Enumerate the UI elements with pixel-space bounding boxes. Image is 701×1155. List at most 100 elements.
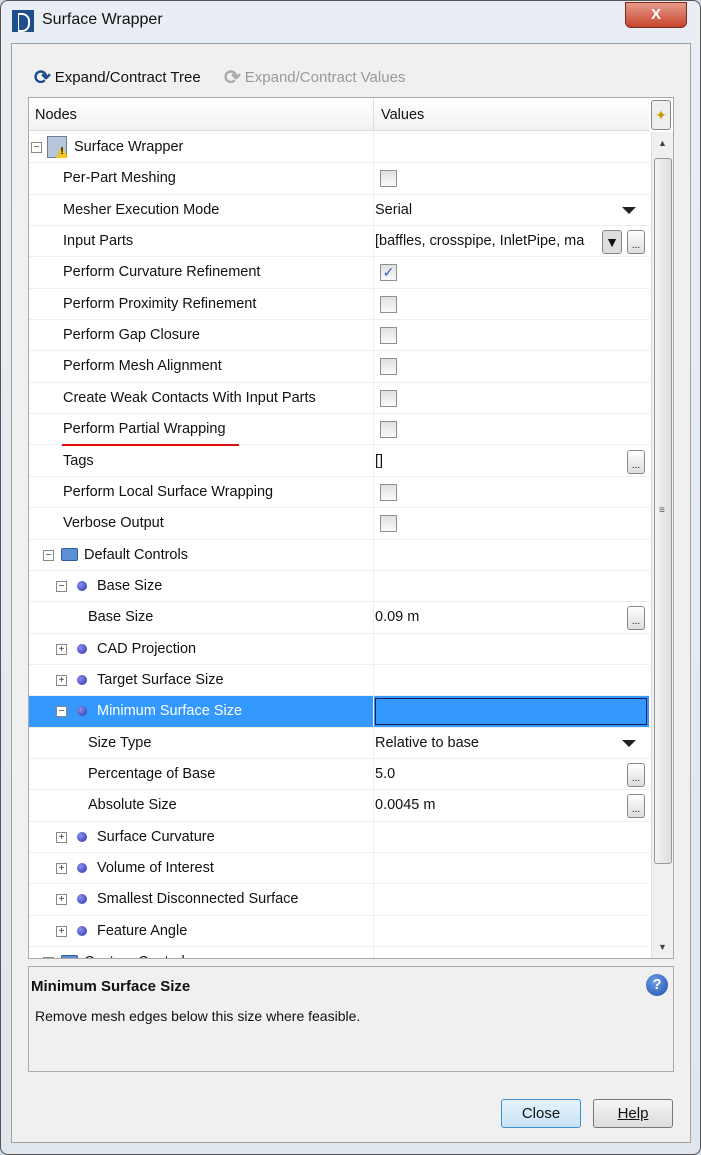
node-label: Perform Local Surface Wrapping xyxy=(63,483,274,500)
close-button[interactable]: Close xyxy=(501,1099,581,1128)
vertical-scrollbar[interactable]: ▲ ≡ ▼ xyxy=(651,132,673,958)
tree-row[interactable]: Verbose Output xyxy=(29,508,649,540)
expand-icon[interactable]: + xyxy=(56,831,67,843)
checkbox[interactable] xyxy=(380,515,397,533)
dropdown-arrow-icon[interactable] xyxy=(622,206,636,214)
node-label: Percentage of Base xyxy=(88,766,216,782)
tree-row[interactable]: + Smallest Disconnected Surface xyxy=(29,884,649,916)
checkbox[interactable]: ✓ xyxy=(380,264,397,282)
dialog-window: Surface Wrapper X ⟳ Expand/Contract Tree … xyxy=(0,0,701,1155)
collapse-icon[interactable]: − xyxy=(43,549,54,561)
node-dot-icon xyxy=(77,831,87,842)
node-label: Perform Mesh Alignment xyxy=(63,358,222,375)
node-value[interactable]: 0.09 m xyxy=(375,609,419,625)
tree-row[interactable]: − Minimum Surface Size xyxy=(29,696,649,728)
tree-row[interactable]: Mesher Execution Mode Serial xyxy=(29,194,649,227)
tree-row[interactable]: − Default Controls xyxy=(29,539,649,571)
scroll-down-icon[interactable]: ▼ xyxy=(658,942,667,952)
expand-contract-tree-button[interactable]: ⟳ Expand/Contract Tree xyxy=(34,65,201,90)
expand-values-label: Expand/Contract Values xyxy=(244,69,406,86)
ellipsis-button[interactable]: ... xyxy=(627,230,645,255)
tree-row[interactable]: Perform Proximity Refinement xyxy=(29,288,649,321)
expand-icon[interactable]: + xyxy=(43,957,54,958)
node-label: Default Controls xyxy=(84,546,188,563)
refresh-icon: ⟳ xyxy=(224,67,241,89)
tree-row[interactable]: Perform Local Surface Wrapping xyxy=(29,476,649,509)
tree-row[interactable]: Per-Part Meshing xyxy=(29,163,649,195)
folder-icon xyxy=(61,547,78,561)
tree-row[interactable]: Absolute Size 0.0045 m... xyxy=(29,790,649,822)
tree-row[interactable]: Input Parts [baffles, crosspipe, InletPip… xyxy=(29,226,649,258)
expand-icon[interactable]: + xyxy=(56,894,67,906)
ellipsis-button[interactable]: ... xyxy=(627,763,645,787)
tree-row[interactable]: Perform Gap Closure xyxy=(29,320,649,352)
collapse-icon[interactable]: − xyxy=(56,580,67,592)
node-label: Per-Part Meshing xyxy=(63,170,176,187)
tree-row[interactable]: + Custom Controls xyxy=(29,947,649,958)
expand-contract-values-button[interactable]: ⟳ Expand/Contract Values xyxy=(224,65,405,90)
node-label: Feature Angle xyxy=(97,922,188,939)
node-value[interactable]: Relative to base xyxy=(375,735,479,751)
tree-row[interactable]: Base Size 0.09 m... xyxy=(29,602,649,634)
tree-row[interactable]: + Surface Curvature xyxy=(29,821,649,854)
node-label: Absolute Size xyxy=(88,797,177,814)
node-label: Surface Wrapper xyxy=(74,139,184,155)
app-logo-icon xyxy=(12,10,34,32)
dropdown-arrow-icon[interactable] xyxy=(622,739,636,747)
node-label: CAD Projection xyxy=(97,640,197,657)
node-label: Create Weak Contacts With Input Parts xyxy=(63,389,316,406)
ellipsis-button[interactable]: ... xyxy=(627,794,645,819)
tree-row[interactable]: Size Type Relative to base xyxy=(29,727,649,759)
filter-icon[interactable]: ▼ xyxy=(602,230,622,255)
help-button[interactable]: Help xyxy=(593,1099,673,1128)
node-value[interactable]: [] xyxy=(375,453,383,469)
node-value[interactable]: [baffles, crosspipe, InletPipe, ma xyxy=(375,233,584,249)
checkbox[interactable] xyxy=(380,421,397,439)
tree-row[interactable]: Create Weak Contacts With Input Parts xyxy=(29,382,649,415)
scrollbar-thumb[interactable]: ≡ xyxy=(654,158,672,864)
scroll-up-icon[interactable]: ▲ xyxy=(658,138,667,148)
tree-row[interactable]: + Feature Angle xyxy=(29,915,649,948)
tree-row[interactable]: Perform Mesh Alignment xyxy=(29,351,649,383)
table-header: Nodes Values xyxy=(29,98,649,131)
ellipsis-button[interactable]: ... xyxy=(627,606,645,631)
tree-row[interactable]: + Volume of Interest xyxy=(29,853,649,885)
checkbox[interactable] xyxy=(380,483,397,501)
tree-row[interactable]: − Surface Wrapper xyxy=(29,132,649,164)
tree-row[interactable]: + CAD Projection xyxy=(29,633,649,665)
expand-icon[interactable]: + xyxy=(56,925,67,937)
checkbox[interactable] xyxy=(380,327,397,345)
node-value[interactable]: 5.0 xyxy=(375,766,395,782)
tree-row[interactable]: Perform Curvature Refinement ✓ xyxy=(29,257,649,289)
node-label: Perform Curvature Refinement xyxy=(63,264,261,281)
tree-row[interactable]: Percentage of Base 5.0... xyxy=(29,759,649,791)
node-value[interactable]: Serial xyxy=(375,202,412,218)
customize-columns-icon[interactable]: ✦ xyxy=(651,100,671,130)
value-editor[interactable] xyxy=(375,698,647,726)
checkbox[interactable] xyxy=(380,170,397,188)
refresh-icon: ⟳ xyxy=(34,67,51,89)
node-dot-icon xyxy=(77,925,87,936)
ellipsis-button[interactable]: ... xyxy=(627,449,645,474)
collapse-icon[interactable]: − xyxy=(31,142,42,153)
node-label: Surface Curvature xyxy=(97,828,215,845)
tree-row[interactable]: + Target Surface Size xyxy=(29,664,649,697)
tree-row[interactable]: Tags []... xyxy=(29,445,649,477)
expand-icon[interactable]: + xyxy=(56,643,67,655)
expand-icon[interactable]: + xyxy=(56,863,67,875)
tree-row[interactable]: − Base Size xyxy=(29,570,649,603)
node-dot-icon xyxy=(77,863,87,874)
checkbox[interactable] xyxy=(380,389,397,407)
column-header-values[interactable]: Values xyxy=(381,107,424,123)
node-value[interactable]: 0.0045 m xyxy=(375,797,435,813)
help-icon[interactable]: ? xyxy=(646,974,668,996)
tree-row[interactable]: Perform Partial Wrapping xyxy=(29,414,649,447)
window-close-button[interactable]: X xyxy=(625,2,687,28)
checkbox[interactable] xyxy=(380,295,397,313)
collapse-icon[interactable]: − xyxy=(56,706,67,718)
node-label: Custom Controls xyxy=(84,954,192,958)
expand-icon[interactable]: + xyxy=(56,674,67,686)
checkbox[interactable] xyxy=(380,358,397,376)
node-dot-icon xyxy=(77,580,87,591)
column-header-nodes[interactable]: Nodes xyxy=(35,107,77,123)
